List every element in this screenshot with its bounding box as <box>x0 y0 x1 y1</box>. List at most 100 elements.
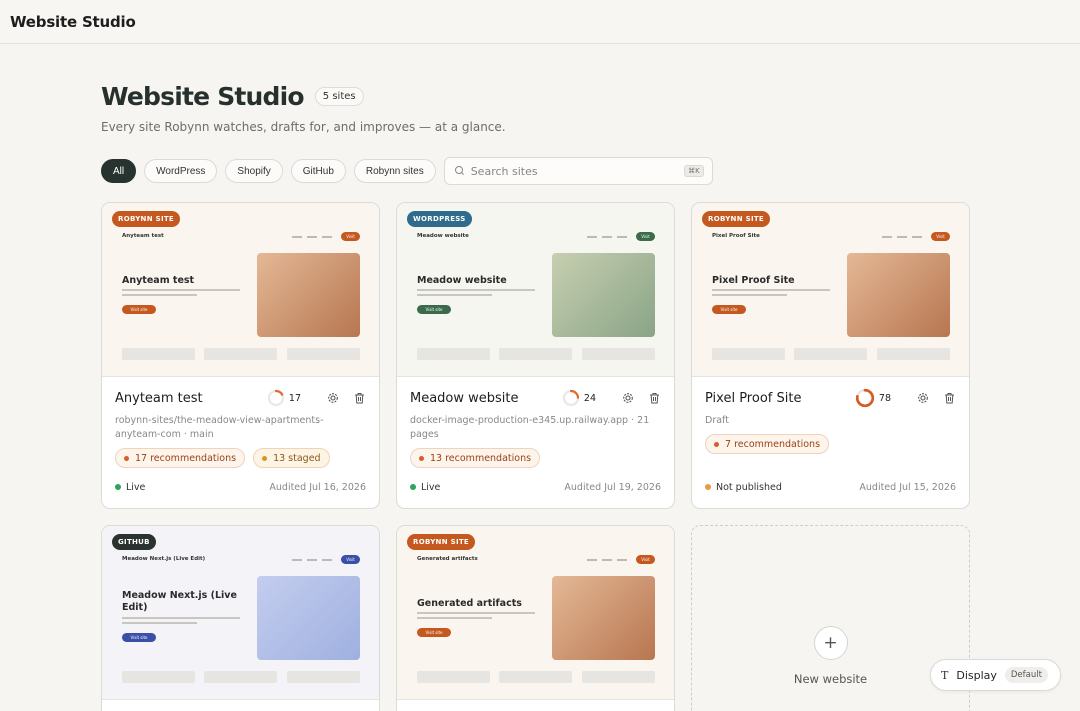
preview-hero-image <box>257 253 360 337</box>
new-website-label[interactable]: New website <box>692 672 969 686</box>
preview-text-line <box>122 622 197 624</box>
source-badge: WORDPRESS <box>407 211 472 227</box>
preview-footer-block <box>204 348 277 360</box>
preview-text-line <box>712 289 830 291</box>
preview-footer-block <box>712 348 785 360</box>
delete-trash-icon[interactable] <box>352 391 366 405</box>
preview-cta-button: Visit site <box>712 305 746 314</box>
preview-brand: Meadow Next.js (Live Edit) <box>122 556 206 562</box>
main-content: Website Studio 5 sites Every site Robynn… <box>101 44 970 711</box>
settings-gear-icon[interactable] <box>621 391 635 405</box>
shortcut-hint: ⌘K <box>684 165 704 177</box>
audit-date: Audited Jul 16, 2026 <box>269 481 366 493</box>
settings-gear-icon[interactable] <box>326 391 340 405</box>
preview-hero-title: Anyteam test <box>122 275 195 286</box>
recommendations-pill[interactable]: 7 recommendations <box>705 434 830 454</box>
site-count-badge: 5 sites <box>314 87 364 106</box>
delete-trash-icon[interactable] <box>942 391 956 405</box>
preview-text-line <box>122 289 240 291</box>
preview-footer-block <box>287 348 360 360</box>
preview-footer-block <box>287 671 360 683</box>
preview-footer-block <box>499 348 572 360</box>
preview-footer-block <box>877 348 950 360</box>
preview-footer-block <box>417 348 490 360</box>
preview-footer-block <box>122 348 195 360</box>
filter-github[interactable]: GitHub <box>290 159 346 183</box>
preview-hero-title: Meadow website <box>417 275 507 286</box>
status-badge: Live <box>115 482 145 493</box>
score-ring-icon <box>562 389 580 407</box>
source-badge: ROBYNN SITE <box>407 534 476 550</box>
preview-text-line <box>417 294 492 296</box>
site-preview[interactable]: ROBYNN SITE Generated artifacts Visit Ge… <box>397 526 674 700</box>
preview-nav <box>292 559 342 561</box>
preview-hero-title: Meadow Next.js (Live Edit) <box>122 590 237 613</box>
preview-footer-block <box>417 671 490 683</box>
site-preview[interactable]: GITHUB Meadow Next.js (Live Edit) Visit … <box>102 526 379 700</box>
site-card[interactable]: WORDPRESS Meadow website Visit Meadow we… <box>396 202 675 509</box>
site-source-path: robynn-sites/the-meadow-view-apartments-… <box>115 415 324 440</box>
settings-gear-icon[interactable] <box>916 391 930 405</box>
filter-robynn-sites[interactable]: Robynn sites <box>353 159 436 183</box>
site-card[interactable]: ROBYNN SITE Pixel Proof Site Visit Pixel… <box>691 202 970 509</box>
health-score: 24 <box>562 389 596 407</box>
delete-trash-icon[interactable] <box>647 391 661 405</box>
staged-pill[interactable]: 13 staged <box>253 448 330 468</box>
preview-brand: Generated artifacts <box>417 556 478 562</box>
preview-cta-button: Visit site <box>417 628 451 637</box>
search-input[interactable] <box>470 164 685 178</box>
display-value-badge: Default <box>1004 667 1048 683</box>
site-preview[interactable]: ROBYNN SITE Pixel Proof Site Visit Pixel… <box>692 203 969 377</box>
preview-nav <box>587 236 637 238</box>
preview-brand: Anyteam test <box>122 233 164 239</box>
site-card[interactable]: GITHUB Meadow Next.js (Live Edit) Visit … <box>101 525 380 711</box>
source-badge: ROBYNN SITE <box>112 211 181 227</box>
preview-cta-button: Visit site <box>122 633 156 642</box>
filter-all[interactable]: All <box>101 159 137 183</box>
preview-nav <box>292 236 342 238</box>
preview-visit-button: Visit <box>636 555 655 564</box>
preview-hero-image <box>552 253 655 337</box>
preview-hero-image <box>552 576 655 660</box>
site-draft-state: Draft <box>705 415 729 426</box>
preview-brand: Pixel Proof Site <box>712 233 760 239</box>
page-heading: Website Studio 5 sites <box>101 82 970 111</box>
site-title[interactable]: Pixel Proof Site <box>705 391 855 406</box>
preview-text-line <box>417 617 492 619</box>
site-title[interactable]: Anyteam test <box>115 391 267 406</box>
site-preview[interactable]: ROBYNN SITE Anyteam test Visit Anyteam t… <box>102 203 379 377</box>
source-badge: GITHUB <box>112 534 156 550</box>
recommendations-pill[interactable]: 17 recommendations <box>115 448 246 468</box>
score-value: 24 <box>583 392 596 404</box>
preview-visit-button: Visit <box>931 232 950 241</box>
preview-footer-block <box>582 348 655 360</box>
score-value: 17 <box>288 392 301 404</box>
display-button[interactable]: T Display Default <box>930 659 1061 691</box>
preview-visit-button: Visit <box>341 232 360 241</box>
plus-icon[interactable]: + <box>813 626 848 660</box>
site-title[interactable]: Meadow website <box>410 391 562 406</box>
preview-footer-block <box>794 348 867 360</box>
page-subtitle: Every site Robynn watches, drafts for, a… <box>101 120 506 134</box>
search-icon <box>454 166 465 176</box>
recommendations-pill[interactable]: 13 recommendations <box>410 448 541 468</box>
preview-visit-button: Visit <box>341 555 360 564</box>
site-preview[interactable]: WORDPRESS Meadow website Visit Meadow we… <box>397 203 674 377</box>
preview-hero-title: Generated artifacts <box>417 598 522 609</box>
filter-wordpress[interactable]: WordPress <box>144 159 218 183</box>
site-card[interactable]: ROBYNN SITE Generated artifacts Visit Ge… <box>396 525 675 711</box>
search-box[interactable]: ⌘K <box>443 157 713 185</box>
audit-date: Audited Jul 19, 2026 <box>564 481 661 493</box>
preview-text-line <box>122 294 197 296</box>
status-badge: Live <box>410 482 440 493</box>
preview-cta-button: Visit site <box>122 305 156 314</box>
app-title: Website Studio <box>10 12 136 31</box>
new-website-card[interactable]: + New website <box>691 525 970 711</box>
score-ring-icon <box>855 388 875 408</box>
audit-date: Audited Jul 15, 2026 <box>859 481 956 493</box>
preview-nav <box>882 236 932 238</box>
page-title: Website Studio <box>101 82 305 111</box>
site-card[interactable]: ROBYNN SITE Anyteam test Visit Anyteam t… <box>101 202 380 509</box>
preview-hero-image <box>847 253 950 337</box>
filter-shopify[interactable]: Shopify <box>225 159 283 183</box>
